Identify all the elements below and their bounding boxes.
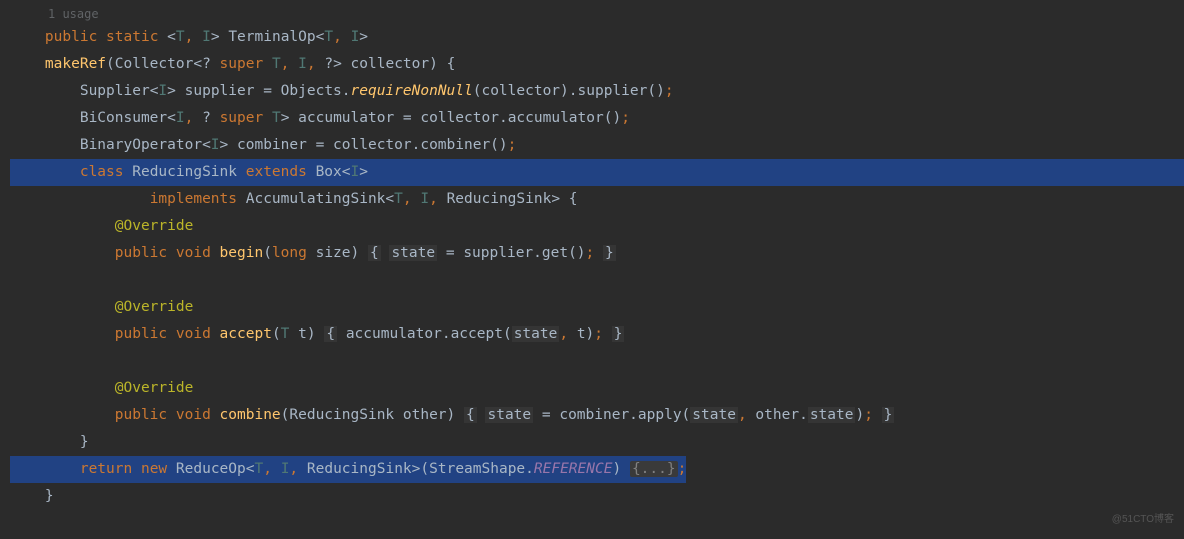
- code-line[interactable]: }: [0, 483, 1184, 510]
- code-line[interactable]: public void combine(ReducingSink other) …: [0, 402, 1184, 429]
- code-line[interactable]: [0, 348, 1184, 375]
- code-line[interactable]: BinaryOperator<I> combiner = collector.c…: [0, 132, 1184, 159]
- code-line[interactable]: @Override: [0, 213, 1184, 240]
- code-line[interactable]: @Override: [0, 294, 1184, 321]
- code-line[interactable]: public void begin(long size) { state = s…: [0, 240, 1184, 267]
- code-line[interactable]: class ReducingSink extends Box<I>: [0, 159, 1184, 186]
- code-line[interactable]: return new ReduceOp<T, I, ReducingSink>(…: [0, 456, 1184, 483]
- watermark: @51CTO博客: [1112, 506, 1174, 533]
- code-line[interactable]: Supplier<I> supplier = Objects.requireNo…: [0, 78, 1184, 105]
- code-line[interactable]: BiConsumer<I, ? super T> accumulator = c…: [0, 105, 1184, 132]
- code-line[interactable]: @Override: [0, 375, 1184, 402]
- code-line[interactable]: public void accept(T t) { accumulator.ac…: [0, 321, 1184, 348]
- fold-marker[interactable]: {...}: [630, 461, 678, 477]
- code-line[interactable]: [0, 267, 1184, 294]
- usage-hint[interactable]: 1 usage: [0, 0, 1184, 24]
- code-line[interactable]: implements AccumulatingSink<T, I, Reduci…: [0, 186, 1184, 213]
- code-line[interactable]: makeRef(Collector<? super T, I, ?> colle…: [0, 51, 1184, 78]
- code-line[interactable]: public static <T, I> TerminalOp<T, I>: [0, 24, 1184, 51]
- code-editor[interactable]: 1 usage public static <T, I> TerminalOp<…: [0, 0, 1184, 510]
- code-line[interactable]: }: [0, 429, 1184, 456]
